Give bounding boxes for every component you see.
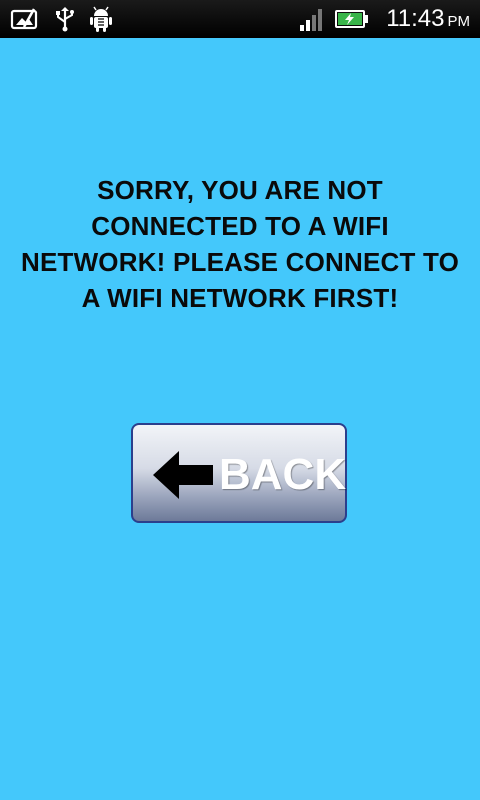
status-bar: 11:43 PM xyxy=(0,0,480,38)
back-button[interactable]: BACK xyxy=(131,423,347,523)
back-button-label: BACK xyxy=(219,450,347,499)
clock-ampm: PM xyxy=(447,13,471,30)
usb-icon xyxy=(50,5,80,33)
clock-time: 11:43 xyxy=(386,5,445,32)
battery-charging-icon xyxy=(334,5,370,33)
android-debug-icon xyxy=(86,5,116,33)
left-arrow-icon xyxy=(149,447,217,503)
clock: 11:43 PM xyxy=(386,4,470,34)
error-message: SORRY, YOU ARE NOT CONNECTED TO A WIFI N… xyxy=(20,175,460,313)
gallery-icon xyxy=(10,5,40,33)
signal-icon xyxy=(298,5,328,33)
